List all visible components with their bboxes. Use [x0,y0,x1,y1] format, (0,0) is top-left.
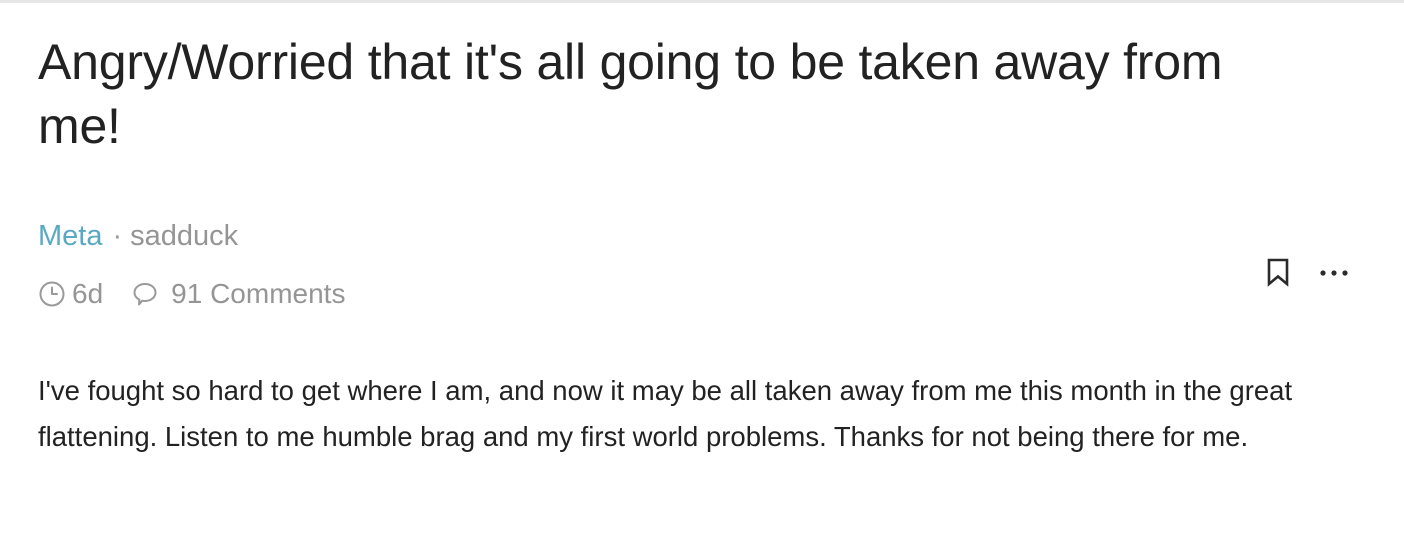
post-body: I've fought so hard to get where I am, a… [38,375,1293,452]
post-meta: Meta · sadduck [38,218,238,254]
meta-separator: · [112,220,123,252]
bookmark-button[interactable] [1260,256,1296,292]
top-divider [0,0,1404,3]
comments-link[interactable]: 91 Comments [131,278,345,310]
post-card: Angry/Worried that it's all going to be … [38,30,1368,452]
more-horizontal-icon [1319,265,1349,283]
more-options-button[interactable] [1316,256,1352,292]
post-title: Angry/Worried that it's all going to be … [38,34,1223,154]
post-stats: 6d 91 Comments [38,278,345,310]
post-actions [1260,256,1352,292]
comments-count: 91 Comments [171,278,346,309]
author-name[interactable]: sadduck [130,220,238,252]
bookmark-icon [1265,257,1291,292]
clock-icon [38,280,66,308]
comment-bubble-icon [131,280,159,308]
category-link[interactable]: Meta [38,220,102,252]
post-age-text: 6d [72,278,104,309]
post-age: 6d [38,278,103,310]
